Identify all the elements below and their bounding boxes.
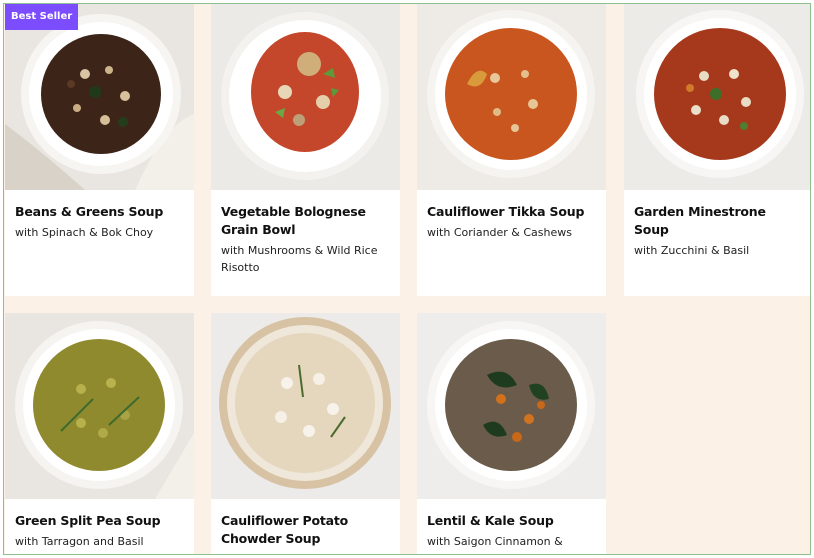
product-info: Cauliflower Tikka Soup with Coriander & … xyxy=(417,190,606,251)
product-card-garden-minestrone[interactable]: Garden Minestrone Soup with Zucchini & B… xyxy=(624,4,810,296)
product-title[interactable]: Cauliflower Tikka Soup xyxy=(427,203,596,221)
product-title[interactable]: Lentil & Kale Soup xyxy=(427,512,596,530)
product-title[interactable]: Green Split Pea Soup xyxy=(15,512,184,530)
product-info: Green Split Pea Soup with Tarragon and B… xyxy=(5,499,194,554)
product-title[interactable]: Garden Minestrone Soup xyxy=(634,203,803,239)
product-subtitle: with Tarragon and Basil xyxy=(15,535,144,548)
product-info: Garden Minestrone Soup with Zucchini & B… xyxy=(624,190,810,269)
product-image[interactable]: Best Seller xyxy=(5,4,194,190)
product-card-cauliflower-tikka[interactable]: Cauliflower Tikka Soup with Coriander & … xyxy=(417,4,606,296)
product-card-lentil-kale[interactable]: Lentil & Kale Soup with Saigon Cinnamon … xyxy=(417,313,606,554)
product-card-green-split-pea[interactable]: Green Split Pea Soup with Tarragon and B… xyxy=(5,313,194,554)
product-image[interactable] xyxy=(417,313,606,499)
product-image[interactable] xyxy=(211,4,400,190)
product-card-beans-greens[interactable]: Best Seller Beans & Greens Soup with Spi… xyxy=(5,4,194,296)
product-title[interactable]: Vegetable Bolognese Grain Bowl xyxy=(221,203,390,239)
product-image[interactable] xyxy=(211,313,400,499)
product-title[interactable]: Cauliflower Potato Chowder Soup xyxy=(221,512,390,548)
product-grid: Best Seller Beans & Greens Soup with Spi… xyxy=(3,3,811,555)
product-card-vegetable-bolognese[interactable]: Vegetable Bolognese Grain Bowl with Mush… xyxy=(211,4,400,296)
product-info: Beans & Greens Soup with Spinach & Bok C… xyxy=(5,190,194,251)
best-seller-badge: Best Seller xyxy=(5,4,79,30)
product-image[interactable] xyxy=(624,4,810,190)
product-info: Lentil & Kale Soup with Saigon Cinnamon … xyxy=(417,499,606,554)
product-subtitle: with Zucchini & Basil xyxy=(634,244,750,257)
product-info: Vegetable Bolognese Grain Bowl with Mush… xyxy=(211,190,400,286)
product-image[interactable] xyxy=(417,4,606,190)
product-subtitle: with Coriander & Cashews xyxy=(427,226,572,239)
product-title[interactable]: Beans & Greens Soup xyxy=(15,203,184,221)
product-image[interactable] xyxy=(5,313,194,499)
product-subtitle: with Spinach & Bok Choy xyxy=(15,226,154,239)
product-info: Cauliflower Potato Chowder Soup xyxy=(211,499,400,554)
product-card-cauliflower-potato-chowder[interactable]: Cauliflower Potato Chowder Soup xyxy=(211,313,400,554)
product-subtitle: with Saigon Cinnamon & Rosemary xyxy=(427,535,563,554)
product-subtitle: with Mushrooms & Wild Rice Risotto xyxy=(221,244,378,274)
